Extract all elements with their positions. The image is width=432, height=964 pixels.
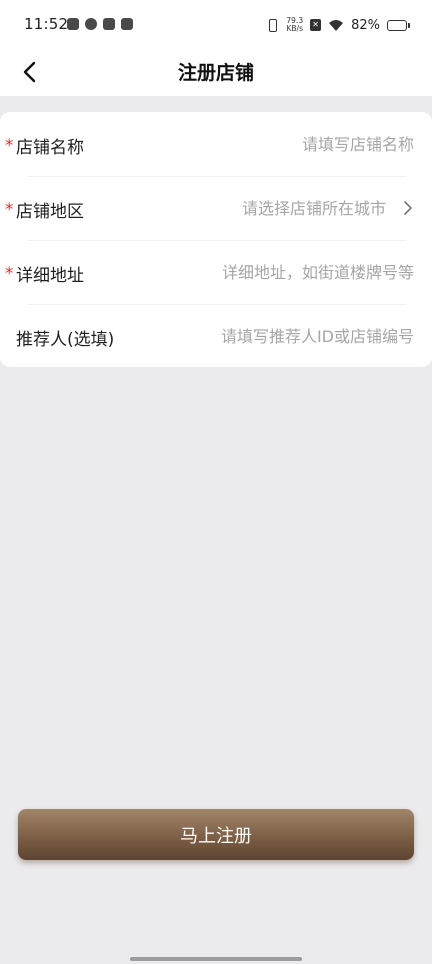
shop-region-label: 店铺地区 [16, 202, 84, 222]
register-button[interactable]: 马上注册 [18, 809, 414, 860]
network-speed: 79.3 KB/s [286, 17, 303, 33]
shop-name-input[interactable] [174, 130, 414, 158]
sim-x-icon: ✕ [310, 19, 322, 31]
referrer-label: 推荐人(选填) [16, 330, 115, 350]
wifi-icon [329, 19, 344, 31]
shop-region-select[interactable] [166, 194, 386, 222]
status-right-group: 79.3 KB/s ✕ 82% [265, 15, 410, 35]
vibrate-icon [265, 18, 279, 32]
form-card: * 店铺名称 * 店铺地区 * 详细地址 推荐人(选填) [0, 112, 432, 367]
form-row-shop-name: * 店铺名称 [0, 112, 432, 176]
home-indicator[interactable] [130, 957, 302, 961]
sim-icon [67, 18, 79, 30]
battery-icon [387, 19, 410, 31]
status-bar: 11:52 79.3 KB/s ✕ 82% [0, 0, 432, 48]
form-row-referrer: 推荐人(选填) [0, 304, 432, 368]
referrer-input[interactable] [174, 322, 414, 350]
page-title: 注册店铺 [177, 62, 254, 84]
battery-percent: 82% [351, 17, 380, 33]
network-speed-unit: KB/s [286, 24, 303, 33]
mail-icon [121, 18, 133, 30]
form-row-address: * 详细地址 [0, 240, 432, 304]
status-time: 11:52 [24, 15, 69, 33]
form-row-shop-region[interactable]: * 店铺地区 [0, 176, 432, 240]
required-mark: * [5, 264, 14, 284]
app-icon [103, 18, 115, 30]
app-icon [85, 18, 97, 30]
shop-name-label: 店铺名称 [16, 138, 84, 158]
address-label: 详细地址 [16, 266, 84, 286]
chevron-right-icon [404, 201, 412, 215]
screen: 11:52 79.3 KB/s ✕ 82% 注册店铺 * 店铺名称 请填写店铺名… [0, 0, 432, 964]
nav-bar: 注册店铺 [0, 48, 432, 96]
required-mark: * [5, 136, 14, 156]
required-mark: * [5, 200, 14, 220]
address-input[interactable] [174, 258, 414, 286]
